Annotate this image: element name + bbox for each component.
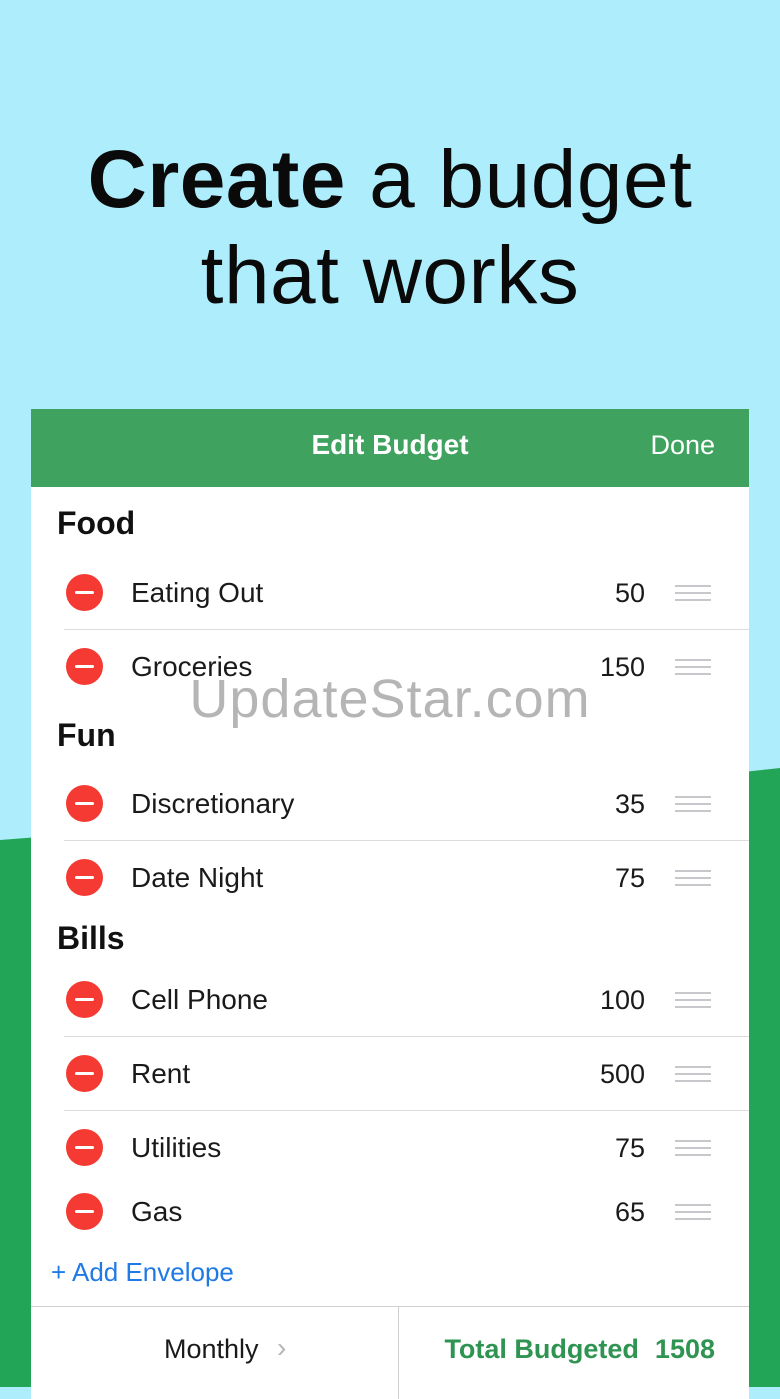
envelope-label: Utilities [131,1132,222,1163]
add-envelope-button[interactable]: + Add Envelope [51,1257,234,1288]
envelope-label: Eating Out [131,577,264,608]
delete-icon[interactable] [66,981,103,1018]
reorder-handle-icon[interactable] [675,585,711,601]
envelope-row[interactable]: Cell Phone 100 [31,963,749,1037]
reorder-handle-icon[interactable] [675,870,711,886]
envelope-amount[interactable]: 500 [600,1037,645,1111]
delete-icon[interactable] [66,1129,103,1166]
total-budgeted: Total Budgeted 1508 [444,1307,715,1391]
envelope-row[interactable]: Date Night 75 [31,841,749,915]
reorder-handle-icon[interactable] [675,1140,711,1156]
section-title-food: Food [57,505,136,541]
total-label: Total Budgeted [444,1334,639,1364]
envelope-label: Date Night [131,862,264,893]
headline-rest: a budget [345,134,693,225]
section-title-bills: Bills [57,920,125,956]
envelope-amount[interactable]: 35 [615,767,645,841]
headline-line2: that works [200,230,580,321]
delete-icon[interactable] [66,785,103,822]
reorder-handle-icon[interactable] [675,1204,711,1220]
navbar: Edit Budget Done [31,409,749,487]
delete-icon[interactable] [66,574,103,611]
done-button[interactable]: Done [650,409,715,481]
reorder-handle-icon[interactable] [675,796,711,812]
delete-icon[interactable] [66,859,103,896]
envelope-amount[interactable]: 75 [615,1111,645,1185]
envelope-amount[interactable]: 100 [600,963,645,1037]
envelope-amount[interactable]: 50 [615,556,645,630]
total-value: 1508 [654,1334,715,1364]
bottom-bar: Monthly › Total Budgeted 1508 [31,1306,749,1399]
reorder-handle-icon[interactable] [675,992,711,1008]
envelope-label: Rent [131,1058,191,1089]
reorder-handle-icon[interactable] [675,1066,711,1082]
envelope-label: Discretionary [131,788,295,819]
delete-icon[interactable] [66,1193,103,1230]
nav-title: Edit Budget [311,429,469,460]
envelope-row[interactable]: Eating Out 50 [31,556,749,630]
bottom-divider [398,1307,399,1399]
envelope-label: Gas [131,1196,183,1227]
headline: Create a budget that works [0,132,780,324]
envelope-row[interactable]: Utilities 75 [31,1111,749,1185]
chevron-right-icon: › [277,1332,287,1363]
envelope-amount[interactable]: 75 [615,841,645,915]
delete-icon[interactable] [66,1055,103,1092]
edit-budget-screen: Edit Budget Done Food Eating Out 50 Groc… [31,409,749,1399]
envelope-row[interactable]: Gas 65 [31,1175,749,1249]
envelope-amount[interactable]: 65 [615,1175,645,1249]
frequency-selector[interactable]: Monthly [164,1307,259,1391]
envelope-label: Cell Phone [131,984,268,1015]
envelope-row[interactable]: Rent 500 [31,1037,749,1111]
watermark: UpdateStar.com [189,669,591,729]
envelope-row[interactable]: Discretionary 35 [31,767,749,841]
headline-bold: Create [87,134,346,225]
